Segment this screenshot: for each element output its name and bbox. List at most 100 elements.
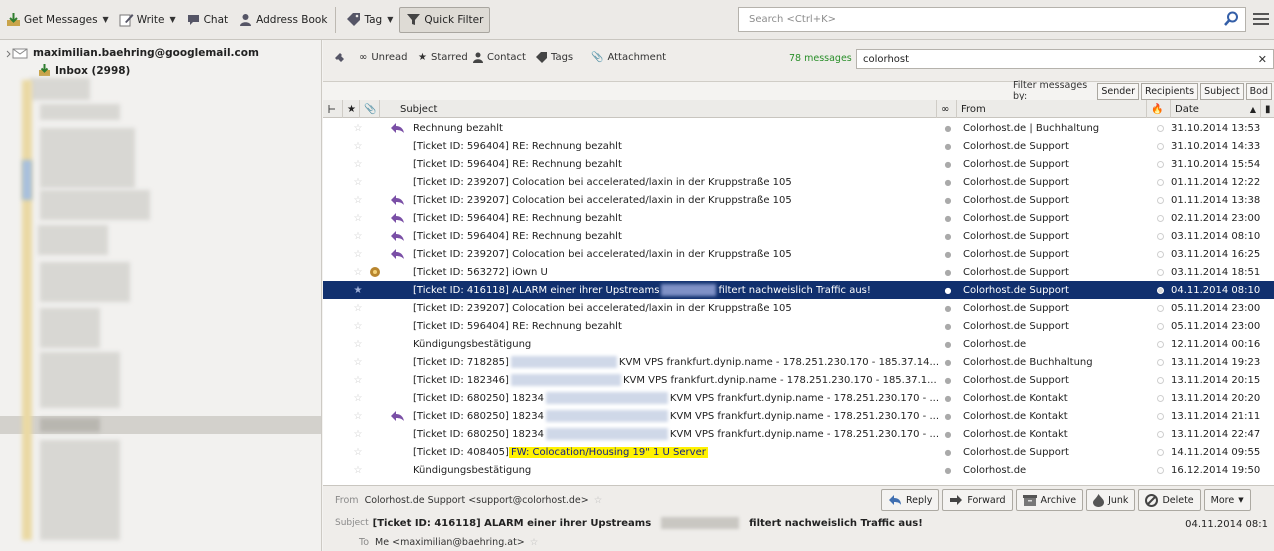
pin-filter-button[interactable] xyxy=(333,51,347,65)
filter-sender-toggle[interactable]: Sender xyxy=(1097,82,1140,100)
message-row[interactable]: ☆ Kündigungsbestätigung ● Colorhost.de 16.12… xyxy=(323,461,1274,479)
address-book-button[interactable]: Address Book xyxy=(234,7,331,33)
date-column-header[interactable]: Date ▲ xyxy=(1171,100,1261,118)
redacted-folder[interactable] xyxy=(38,225,108,255)
read-status-dot[interactable]: ● xyxy=(943,155,953,173)
star-toggle-icon[interactable]: ☆ xyxy=(351,245,365,263)
chevron-down-icon[interactable]: ▼ xyxy=(169,15,175,24)
clear-filter-icon[interactable]: ✕ xyxy=(1258,53,1267,66)
read-status-dot[interactable]: ● xyxy=(943,353,953,371)
message-row[interactable]: ☆ [Ticket ID: 239207] Colocation bei acce… xyxy=(323,299,1274,317)
junk-status-icon[interactable] xyxy=(1153,209,1167,227)
junk-status-icon[interactable] xyxy=(1153,281,1167,299)
from-value[interactable]: Colorhost.de Support <support@colorhost.… xyxy=(365,495,589,506)
read-status-dot[interactable]: ● xyxy=(943,227,953,245)
star-column-header[interactable]: ★ xyxy=(343,100,360,118)
message-row[interactable]: ☆ Kündigungsbestätigung ● Colorhost.de 12.11… xyxy=(323,335,1274,353)
message-row[interactable]: ☆ [Ticket ID: 596404] RE: Rechnung bezahl… xyxy=(323,137,1274,155)
reply-button[interactable]: Reply xyxy=(881,489,940,511)
message-row[interactable]: ☆ [Ticket ID: 596404] RE: Rechnung bezahl… xyxy=(323,155,1274,173)
junk-status-icon[interactable] xyxy=(1153,335,1167,353)
read-status-dot[interactable]: ● xyxy=(943,461,953,479)
message-row[interactable]: ☆ [Ticket ID: 718285] KVM VPS frankfurt.dy… xyxy=(323,353,1274,371)
message-row[interactable]: ☆ [Ticket ID: 182346] KVM VPS frankfurt.dy… xyxy=(323,371,1274,389)
read-status-dot[interactable]: ● xyxy=(943,443,953,461)
junk-status-icon[interactable] xyxy=(1153,443,1167,461)
message-row[interactable]: ☆ [Ticket ID: 596404] RE: Rechnung bezahl… xyxy=(323,227,1274,245)
chevron-down-icon[interactable]: ▼ xyxy=(103,15,109,24)
message-row[interactable]: ☆ [Ticket ID: 680250] 18234 KVM VPS frankf… xyxy=(323,425,1274,443)
star-toggle-icon[interactable]: ☆ xyxy=(351,263,365,281)
from-column-header[interactable]: From xyxy=(957,100,1147,118)
read-status-dot[interactable]: ● xyxy=(943,335,953,353)
star-toggle-icon[interactable]: ☆ xyxy=(351,335,365,353)
message-row[interactable]: ☆ [Ticket ID: 680250] 18234 KVM VPS frankf… xyxy=(323,389,1274,407)
message-row[interactable]: ☆ [Ticket ID: 563272] iOwn U ● Colorhost.de… xyxy=(323,263,1274,281)
message-row[interactable]: ☆ [Ticket ID: 596404] RE: Rechnung bezahl… xyxy=(323,209,1274,227)
read-status-dot[interactable]: ● xyxy=(943,209,953,227)
attachment-column-header[interactable]: 📎 xyxy=(360,100,380,118)
read-status-dot[interactable]: ● xyxy=(943,173,953,191)
message-row[interactable]: ☆ [Ticket ID: 239207] Colocation bei acce… xyxy=(323,245,1274,263)
redacted-folder[interactable] xyxy=(40,308,100,348)
star-toggle-icon[interactable]: ☆ xyxy=(351,443,365,461)
star-toggle-icon[interactable]: ☆ xyxy=(351,407,365,425)
junk-status-icon[interactable] xyxy=(1153,371,1167,389)
read-status-dot[interactable]: ● xyxy=(943,191,953,209)
star-toggle-icon[interactable]: ☆ xyxy=(351,389,365,407)
attachment-filter-button[interactable]: 📎 Attachment xyxy=(591,52,666,63)
message-row[interactable]: ☆ [Ticket ID: 408405] FW: Colocation/Housi… xyxy=(323,443,1274,461)
star-toggle-icon[interactable]: ☆ xyxy=(351,227,365,245)
redacted-folder[interactable] xyxy=(40,104,120,120)
star-toggle-icon[interactable]: ☆ xyxy=(351,317,365,335)
junk-status-icon[interactable] xyxy=(1153,191,1167,209)
star-toggle-icon[interactable]: ☆ xyxy=(351,425,365,443)
redacted-folder[interactable] xyxy=(40,262,130,302)
star-toggle-icon[interactable]: ☆ xyxy=(351,209,365,227)
quick-filter-button[interactable]: Quick Filter xyxy=(399,6,491,33)
junk-status-icon[interactable] xyxy=(1153,263,1167,281)
star-toggle-icon[interactable]: ☆ xyxy=(351,353,365,371)
read-status-dot[interactable]: ● xyxy=(943,263,953,281)
column-picker-icon[interactable]: ▮ xyxy=(1261,100,1274,118)
tags-filter-button[interactable]: Tags xyxy=(536,52,573,63)
junk-button[interactable]: Junk xyxy=(1086,489,1136,511)
correspondent-column-header[interactable]: ∞ xyxy=(937,100,957,118)
redacted-folder[interactable] xyxy=(40,352,120,408)
star-toggle-icon[interactable]: ☆ xyxy=(351,461,365,479)
star-toggle-icon[interactable]: ☆ xyxy=(351,299,365,317)
filter-recipients-toggle[interactable]: Recipients xyxy=(1141,82,1199,100)
junk-status-icon[interactable] xyxy=(1153,227,1167,245)
read-status-dot[interactable]: ● xyxy=(943,371,953,389)
read-status-dot[interactable]: ● xyxy=(943,245,953,263)
archive-button[interactable]: Archive xyxy=(1015,489,1084,511)
search-icon[interactable] xyxy=(1223,11,1239,30)
redacted-folder[interactable] xyxy=(40,440,120,540)
message-row[interactable]: ★ [Ticket ID: 416118] ALARM einer ihrer U… xyxy=(323,281,1274,299)
junk-status-icon[interactable] xyxy=(1153,173,1167,191)
thread-column-header[interactable] xyxy=(323,100,343,118)
get-messages-button[interactable]: Get Messages ▼ xyxy=(2,7,113,33)
star-icon[interactable]: ☆ xyxy=(594,495,603,506)
read-status-dot[interactable]: ● xyxy=(943,389,953,407)
read-status-dot[interactable]: ● xyxy=(943,281,953,299)
filter-subject-toggle[interactable]: Subject xyxy=(1200,82,1244,100)
junk-status-icon[interactable] xyxy=(1153,299,1167,317)
account-row[interactable]: maximilian.baehring@googlemail.com xyxy=(6,47,259,59)
junk-status-icon[interactable] xyxy=(1153,407,1167,425)
chat-button[interactable]: Chat xyxy=(182,7,233,33)
junk-status-icon[interactable] xyxy=(1153,317,1167,335)
tag-button[interactable]: Tag ▼ xyxy=(342,7,397,33)
contact-filter-button[interactable]: Contact xyxy=(473,52,526,63)
junk-column-header[interactable]: 🔥 xyxy=(1147,100,1171,118)
message-row[interactable]: ☆ [Ticket ID: 239207] Colocation bei acce… xyxy=(323,191,1274,209)
starred-filter-button[interactable]: ★ Starred xyxy=(418,52,468,63)
junk-status-icon[interactable] xyxy=(1153,353,1167,371)
filter-body-toggle[interactable]: Bod xyxy=(1245,82,1272,100)
message-row[interactable]: ☆ [Ticket ID: 239207] Colocation bei acce… xyxy=(323,173,1274,191)
junk-status-icon[interactable] xyxy=(1153,137,1167,155)
search-input[interactable]: Search <Ctrl+K> xyxy=(738,7,1246,32)
star-toggle-icon[interactable]: ☆ xyxy=(351,371,365,389)
message-row[interactable]: ☆ [Ticket ID: 680250] 18234 KVM VPS frankf… xyxy=(323,407,1274,425)
star-toggle-icon[interactable]: ☆ xyxy=(351,155,365,173)
